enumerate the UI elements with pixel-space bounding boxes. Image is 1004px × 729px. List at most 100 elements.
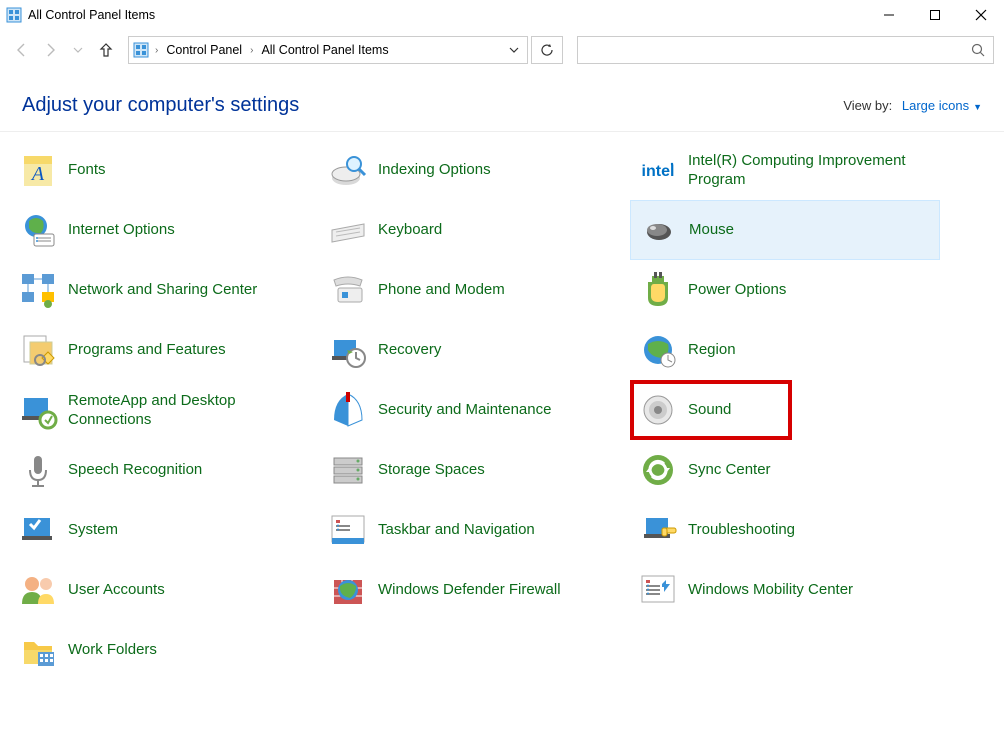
recent-dropdown[interactable] bbox=[66, 38, 90, 62]
trouble-icon bbox=[638, 510, 678, 550]
mobility-icon bbox=[638, 570, 678, 610]
users-icon bbox=[18, 570, 58, 610]
highlight-box: Sound bbox=[630, 380, 792, 440]
item-label: Recovery bbox=[378, 340, 441, 360]
search-icon[interactable] bbox=[963, 43, 993, 57]
control-panel-item[interactable]: Network and Sharing Center bbox=[10, 260, 320, 320]
speech-icon bbox=[18, 450, 58, 490]
refresh-button[interactable] bbox=[531, 36, 563, 64]
item-label: Windows Defender Firewall bbox=[378, 580, 561, 600]
control-panel-item[interactable]: Troubleshooting bbox=[630, 500, 940, 560]
page-heading: Adjust your computer's settings bbox=[22, 94, 299, 117]
keyboard-icon bbox=[328, 210, 368, 250]
workfolders-icon bbox=[18, 630, 58, 670]
control-panel-item[interactable]: System bbox=[10, 500, 320, 560]
item-label: Sound bbox=[688, 400, 731, 420]
item-label: Storage Spaces bbox=[378, 460, 485, 480]
power-icon bbox=[638, 270, 678, 310]
view-by-select[interactable]: Large icons▼ bbox=[902, 98, 982, 113]
control-panel-item[interactable]: Region bbox=[630, 320, 940, 380]
item-label: Indexing Options bbox=[378, 160, 491, 180]
item-label: Programs and Features bbox=[68, 340, 226, 360]
item-label: User Accounts bbox=[68, 580, 165, 600]
back-button[interactable] bbox=[10, 38, 34, 62]
chevron-right-icon[interactable]: › bbox=[153, 45, 160, 56]
control-panel-item[interactable]: Taskbar and Navigation bbox=[320, 500, 630, 560]
internet-icon bbox=[18, 210, 58, 250]
control-panel-item[interactable]: Power Options bbox=[630, 260, 940, 320]
recovery-icon bbox=[328, 330, 368, 370]
control-panel-item[interactable]: Work Folders bbox=[10, 620, 320, 680]
address-dropdown[interactable] bbox=[505, 45, 523, 55]
programs-icon bbox=[18, 330, 58, 370]
mouse-icon bbox=[639, 210, 679, 250]
control-panel-item[interactable]: Speech Recognition bbox=[10, 440, 320, 500]
firewall-icon bbox=[328, 570, 368, 610]
control-panel-item[interactable]: intel Intel(R) Computing Improvement Prog… bbox=[630, 140, 940, 200]
item-label: Security and Maintenance bbox=[378, 400, 551, 420]
intel-icon: intel bbox=[638, 150, 678, 190]
item-label: Taskbar and Navigation bbox=[378, 520, 535, 540]
control-panel-item[interactable]: Storage Spaces bbox=[320, 440, 630, 500]
breadcrumb-seg-2[interactable]: All Control Panel Items bbox=[259, 41, 390, 59]
storage-icon bbox=[328, 450, 368, 490]
window-titlebar: All Control Panel Items bbox=[0, 0, 1004, 30]
item-label: Power Options bbox=[688, 280, 786, 300]
item-label: Phone and Modem bbox=[378, 280, 505, 300]
control-panel-item[interactable]: Security and Maintenance bbox=[320, 380, 630, 440]
security-icon bbox=[328, 390, 368, 430]
item-label: System bbox=[68, 520, 118, 540]
sync-icon bbox=[638, 450, 678, 490]
control-panel-item[interactable]: Programs and Features bbox=[10, 320, 320, 380]
control-panel-item[interactable]: Indexing Options bbox=[320, 140, 630, 200]
control-panel-item[interactable]: User Accounts bbox=[10, 560, 320, 620]
control-panel-item[interactable]: Mouse bbox=[630, 200, 940, 260]
item-label: Windows Mobility Center bbox=[688, 580, 853, 600]
close-button[interactable] bbox=[958, 0, 1004, 30]
item-label: Troubleshooting bbox=[688, 520, 795, 540]
control-panel-item[interactable]: A Fonts bbox=[10, 140, 320, 200]
forward-button[interactable] bbox=[38, 38, 62, 62]
item-label: Mouse bbox=[689, 220, 734, 240]
maximize-button[interactable] bbox=[912, 0, 958, 30]
control-panel-item[interactable]: Windows Defender Firewall bbox=[320, 560, 630, 620]
window-icon bbox=[6, 7, 22, 23]
region-icon bbox=[638, 330, 678, 370]
svg-text:A: A bbox=[30, 163, 45, 185]
search-input[interactable] bbox=[578, 43, 963, 58]
search-box[interactable] bbox=[577, 36, 994, 64]
control-panel-item[interactable]: Recovery bbox=[320, 320, 630, 380]
breadcrumb-seg-1[interactable]: Control Panel bbox=[164, 41, 244, 59]
remote-icon bbox=[18, 390, 58, 430]
items-grid: A Fonts Indexing Options intel Intel(R) Comp… bbox=[0, 132, 1004, 688]
up-button[interactable] bbox=[94, 38, 118, 62]
control-panel-item[interactable]: RemoteApp and Desktop Connections bbox=[10, 380, 320, 440]
item-label: Work Folders bbox=[68, 640, 157, 660]
item-label: Network and Sharing Center bbox=[68, 280, 257, 300]
system-icon bbox=[18, 510, 58, 550]
navigation-bar: › Control Panel › All Control Panel Item… bbox=[0, 30, 1004, 70]
window-title: All Control Panel Items bbox=[28, 8, 155, 22]
control-panel-item[interactable]: Sync Center bbox=[630, 440, 940, 500]
item-label: Internet Options bbox=[68, 220, 175, 240]
phone-icon bbox=[328, 270, 368, 310]
sound-icon bbox=[638, 390, 678, 430]
address-icon bbox=[133, 42, 149, 58]
view-by-label: View by: Large icons▼ bbox=[843, 98, 982, 113]
taskbar-icon bbox=[328, 510, 368, 550]
item-label: Region bbox=[688, 340, 736, 360]
content-header: Adjust your computer's settings View by:… bbox=[0, 70, 1004, 132]
control-panel-item[interactable]: Internet Options bbox=[10, 200, 320, 260]
minimize-button[interactable] bbox=[866, 0, 912, 30]
item-label: Sync Center bbox=[688, 460, 771, 480]
item-label: Intel(R) Computing Improvement Program bbox=[688, 151, 932, 190]
address-bar[interactable]: › Control Panel › All Control Panel Item… bbox=[128, 36, 528, 64]
chevron-right-icon[interactable]: › bbox=[248, 45, 255, 56]
control-panel-item[interactable]: Windows Mobility Center bbox=[630, 560, 940, 620]
item-label: Fonts bbox=[68, 160, 106, 180]
item-label: RemoteApp and Desktop Connections bbox=[68, 391, 312, 430]
control-panel-item[interactable]: Phone and Modem bbox=[320, 260, 630, 320]
control-panel-item[interactable]: Keyboard bbox=[320, 200, 630, 260]
chevron-down-icon: ▼ bbox=[969, 102, 982, 112]
svg-text:intel: intel bbox=[642, 163, 675, 180]
